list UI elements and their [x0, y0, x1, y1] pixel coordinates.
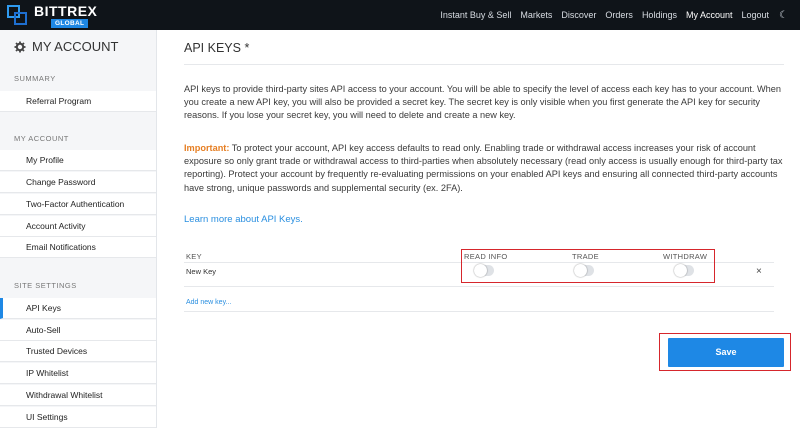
intro-text: API keys to provide third-party sites AP… [184, 84, 781, 121]
main-content: API KEYS * API keys to provide third-par… [157, 30, 800, 428]
nav-my-account[interactable]: My Account [686, 10, 733, 20]
sidebar-item-trusted-devices[interactable]: Trusted Devices [0, 341, 156, 362]
important-text: To protect your account, API key access … [184, 143, 783, 193]
add-divider [184, 311, 774, 312]
key-name: New Key [186, 267, 217, 276]
top-navbar: BITTREX GLOBAL Instant Buy & Sell Market… [0, 0, 800, 30]
page-title: API KEYS * [184, 41, 250, 55]
sidebar: MY ACCOUNT SUMMARY Referral Program MY A… [0, 30, 157, 428]
permissions-highlight [461, 249, 715, 283]
sidebar-item-referral-program[interactable]: Referral Program [0, 91, 156, 112]
sidebar-item-two-factor[interactable]: Two-Factor Authentication [0, 194, 156, 215]
nav-discover[interactable]: Discover [561, 10, 596, 20]
moon-icon[interactable]: ☾ [779, 10, 788, 21]
sidebar-item-my-profile[interactable]: My Profile [0, 150, 156, 171]
section-summary: SUMMARY [14, 74, 56, 83]
sidebar-item-ip-whitelist[interactable]: IP Whitelist [0, 363, 156, 384]
sidebar-item-api-keys[interactable]: API Keys [0, 298, 156, 319]
nav-instant-buy-sell[interactable]: Instant Buy & Sell [440, 10, 511, 20]
section-my-account: MY ACCOUNT [14, 134, 69, 143]
sidebar-title: MY ACCOUNT [14, 39, 118, 54]
save-button[interactable]: Save [668, 338, 784, 367]
sidebar-title-text: MY ACCOUNT [32, 39, 119, 54]
nav-logout[interactable]: Logout [742, 10, 770, 20]
gear-icon [14, 41, 26, 52]
add-new-key-link[interactable]: Add new key... [186, 299, 231, 306]
sidebar-item-ui-settings[interactable]: UI Settings [0, 407, 156, 428]
row-divider [184, 286, 774, 287]
brand-sub: GLOBAL [51, 19, 89, 28]
important-label: Important: [184, 143, 230, 153]
bittrex-logo-icon [7, 5, 27, 25]
sidebar-item-change-password[interactable]: Change Password [0, 172, 156, 193]
sidebar-item-email-notifications[interactable]: Email Notifications [0, 237, 156, 258]
learn-more-link[interactable]: Learn more about API Keys. [184, 214, 303, 225]
sidebar-item-withdrawal-whitelist[interactable]: Withdrawal Whitelist [0, 385, 156, 406]
nav-markets[interactable]: Markets [520, 10, 552, 20]
nav-holdings[interactable]: Holdings [642, 10, 677, 20]
bittrex-logo[interactable]: BITTREX GLOBAL [6, 3, 126, 28]
section-site-settings: SITE SETTINGS [14, 281, 77, 290]
important-notice: Important: To protect your account, API … [184, 142, 784, 195]
nav-orders[interactable]: Orders [605, 10, 633, 20]
sidebar-item-account-activity[interactable]: Account Activity [0, 216, 156, 237]
delete-key-icon[interactable]: × [756, 266, 762, 277]
sidebar-item-auto-sell[interactable]: Auto-Sell [0, 320, 156, 341]
top-nav: Instant Buy & Sell Markets Discover Orde… [431, 0, 788, 30]
title-divider [184, 64, 784, 65]
brand-name: BITTREX [34, 3, 98, 19]
col-key: KEY [186, 252, 202, 261]
